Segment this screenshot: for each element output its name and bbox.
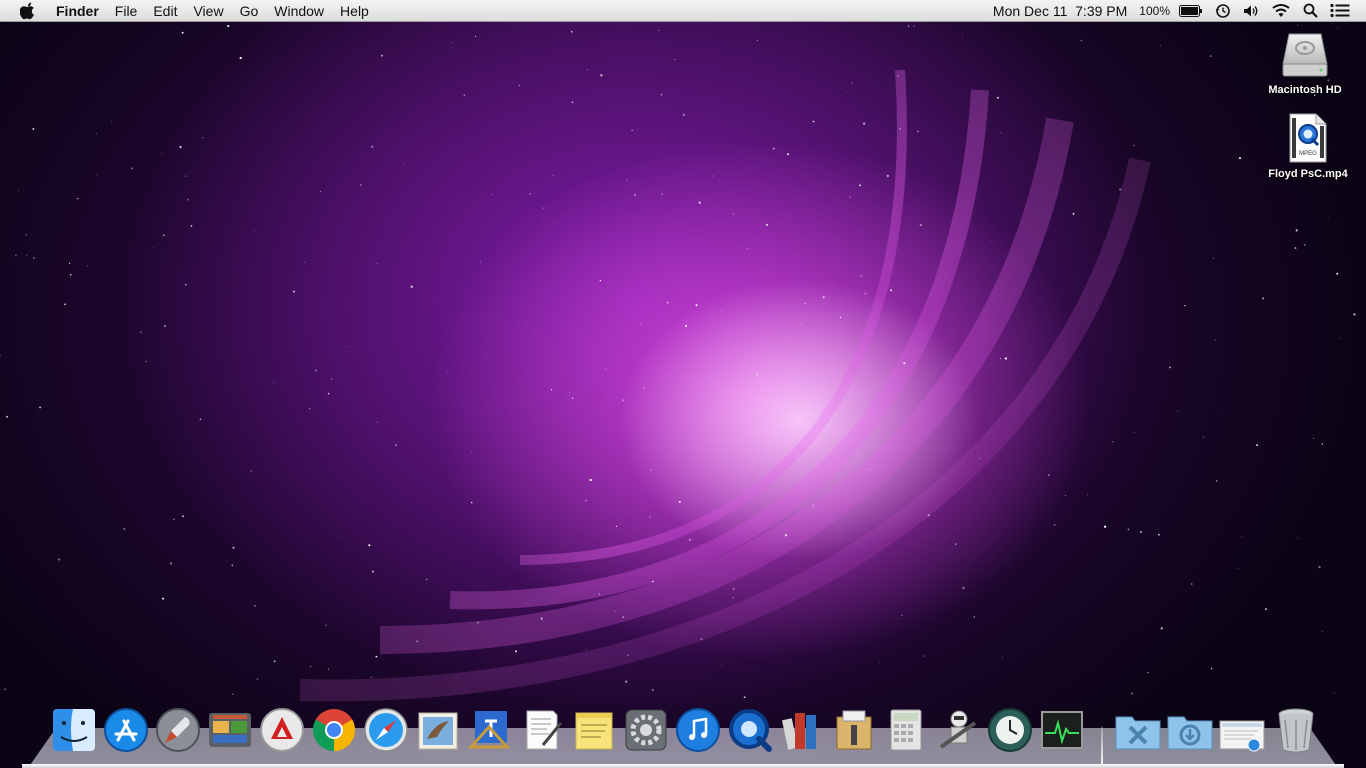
hard-drive-icon	[1282, 33, 1328, 77]
dock-time-machine[interactable]	[986, 706, 1034, 754]
mpeg-file-icon: MPEG	[1289, 113, 1327, 163]
dock-finder[interactable]	[50, 706, 98, 754]
desktop-item-macintosh-hd[interactable]: Macintosh HD	[1257, 28, 1353, 96]
dock-applications-folder[interactable]	[1114, 706, 1162, 754]
notification-center-icon[interactable]	[1324, 0, 1356, 22]
battery-percent: 100%	[1139, 3, 1170, 18]
dock-mail[interactable]	[414, 706, 462, 754]
ibooks-icon	[781, 713, 816, 750]
dock-chrome[interactable]	[310, 706, 358, 754]
photo-slideshow-icon	[209, 713, 251, 747]
apple-icon	[20, 2, 34, 19]
menu-go[interactable]: Go	[232, 0, 267, 22]
mpeg-badge: MPEG	[1299, 151, 1317, 157]
finder-icon	[53, 709, 95, 751]
dock-ibooks[interactable]	[778, 706, 826, 754]
quicktime-icon	[729, 709, 772, 752]
system-preferences-icon	[625, 709, 667, 751]
documents-stack-icon	[1219, 720, 1265, 752]
chrome-icon	[312, 709, 356, 751]
battery-icon[interactable]	[1173, 0, 1209, 22]
desktop-item-label: Floyd PsC.mp4	[1268, 168, 1348, 180]
mail-icon	[418, 712, 458, 750]
app-store-icon	[104, 708, 148, 752]
wifi-icon[interactable]	[1265, 0, 1297, 22]
dock-xcode[interactable]	[466, 706, 514, 754]
dock-system-preferences[interactable]	[622, 706, 670, 754]
dock	[0, 700, 1366, 768]
dock-quicktime[interactable]	[726, 706, 774, 754]
dock-archive-utility[interactable]	[830, 706, 878, 754]
dock-documents-stack[interactable]	[1218, 706, 1266, 754]
trash-icon	[1278, 708, 1314, 753]
calculator-icon	[890, 709, 922, 751]
menu-view[interactable]: View	[185, 0, 231, 22]
dock-trash[interactable]	[1272, 706, 1320, 754]
spotlight-icon[interactable]	[1297, 0, 1324, 22]
archive-utility-icon	[836, 710, 872, 750]
dock-calculator[interactable]	[882, 706, 930, 754]
automator-icon	[939, 710, 977, 749]
menu-help[interactable]: Help	[332, 0, 377, 22]
menu-bar: Finder File Edit View Go Window Help Mon…	[0, 0, 1366, 22]
desktop-item-floyd-mp4[interactable]: MPEG Floyd PsC.mp4	[1260, 112, 1356, 180]
dock-stickies[interactable]	[570, 706, 618, 754]
menu-edit[interactable]: Edit	[145, 0, 185, 22]
textedit-icon	[526, 710, 563, 750]
dock-launchpad[interactable]	[154, 706, 202, 754]
desktop-item-label: Macintosh HD	[1268, 84, 1342, 96]
time-machine-app-icon	[988, 708, 1032, 752]
menu-finder[interactable]: Finder	[56, 0, 107, 22]
dock-photo-slideshow[interactable]	[206, 706, 254, 754]
stickies-icon	[575, 712, 613, 750]
activity-monitor-icon	[1041, 711, 1083, 749]
safari-icon	[364, 708, 408, 752]
xcode-icon	[467, 711, 511, 749]
acrobat-icon	[260, 708, 304, 752]
desktop-wallpaper	[0, 0, 1366, 768]
launchpad-icon	[156, 708, 200, 752]
menubar-clock[interactable]: Mon Dec 11 7:39 PM	[987, 3, 1133, 19]
itunes-icon	[676, 708, 720, 752]
dock-divider	[1101, 726, 1103, 764]
time-machine-icon[interactable]	[1209, 0, 1237, 22]
dock-textedit[interactable]	[518, 706, 566, 754]
dock-app-store[interactable]	[102, 706, 150, 754]
downloads-folder-icon	[1167, 716, 1213, 750]
dock-acrobat[interactable]	[258, 706, 306, 754]
menu-file[interactable]: File	[107, 0, 146, 22]
dock-automator[interactable]	[934, 706, 982, 754]
menu-window[interactable]: Window	[266, 0, 332, 22]
dock-downloads-folder[interactable]	[1166, 706, 1214, 754]
apple-menu-icon[interactable]	[0, 0, 56, 22]
dock-shelf-edge	[22, 764, 1344, 768]
applications-folder-icon	[1115, 716, 1161, 750]
volume-icon[interactable]	[1237, 0, 1265, 22]
dock-activity-monitor[interactable]	[1038, 706, 1086, 754]
dock-itunes[interactable]	[674, 706, 722, 754]
dock-safari[interactable]	[362, 706, 410, 754]
wallpaper-art	[0, 24, 1356, 704]
